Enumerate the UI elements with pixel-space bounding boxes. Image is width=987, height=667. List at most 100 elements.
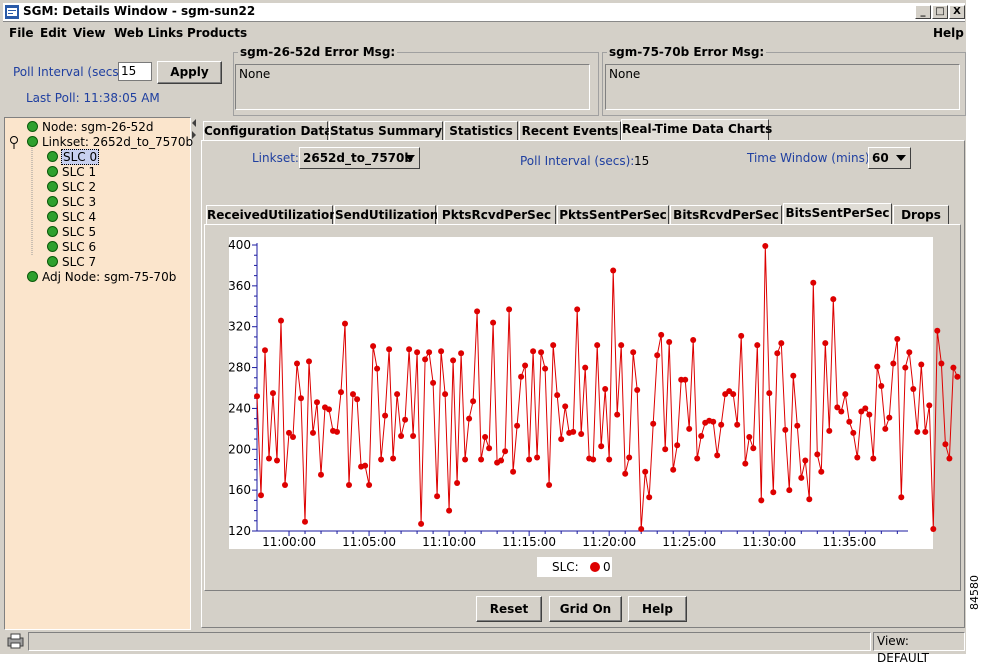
data-point [730,391,737,398]
data-point [738,332,745,339]
data-point [918,361,925,368]
grid-on-button[interactable]: Grid On [549,596,622,622]
data-point [698,433,705,439]
data-point [646,494,653,501]
data-point [622,470,629,477]
data-point [514,422,521,429]
data-point [298,395,304,402]
data-point [634,387,641,393]
x-tick-label: 11:35:00 [822,535,876,549]
data-point [414,349,421,356]
data-point [826,427,833,434]
data-point [806,496,813,503]
data-point [790,372,797,379]
data-point [798,474,805,481]
data-point [446,507,453,514]
data-point [926,402,933,409]
data-point [850,429,857,436]
data-point [930,526,937,532]
data-point [866,411,873,418]
y-tick-label: 240 [228,401,251,415]
data-point [946,455,953,462]
data-point [802,457,809,464]
data-point [362,462,369,469]
help-button[interactable]: Help [628,596,687,622]
data-point [626,454,633,461]
data-point [254,393,260,400]
data-point [690,337,697,343]
data-point [278,317,284,324]
data-point [906,349,913,356]
data-point [310,429,316,436]
data-point [270,390,276,397]
y-tick-label: 160 [228,483,251,497]
data-point [502,448,509,455]
data-point [778,340,785,347]
data-point [342,320,348,327]
data-point [450,357,457,364]
data-point [326,406,332,413]
x-tick-label: 11:05:00 [342,535,396,549]
data-point [530,348,537,355]
data-point [410,433,417,439]
data-point [462,456,469,463]
data-point [734,421,741,428]
status-message [28,632,871,651]
data-point [694,455,701,462]
data-point [662,446,669,453]
data-point [882,425,889,432]
data-point [578,431,585,437]
data-point [830,296,837,303]
data-point [506,306,513,313]
data-point [290,434,296,440]
data-point [794,422,801,429]
data-point [954,373,961,380]
data-point [486,445,493,452]
data-point [914,428,921,435]
legend-label: SLC: [552,560,579,574]
data-point [770,489,777,496]
data-point [558,436,565,443]
data-point [366,482,373,488]
data-point [294,360,300,367]
data-point [870,455,877,462]
data-point [490,319,497,326]
data-point [282,482,288,488]
data-point [854,454,861,461]
x-tick-label: 11:10:00 [422,535,476,549]
data-point [466,415,473,422]
data-point [498,457,505,464]
data-point [338,389,344,396]
data-point [862,405,869,412]
data-point [550,342,557,349]
line-chart: 120 160 200 240 280 320 360 400 11:00:00 11:05:00… [228,238,961,549]
data-point [606,456,613,463]
data-point [654,352,661,359]
figure-number: 84580 [968,575,981,610]
data-point [878,383,885,389]
data-point [350,391,356,398]
data-point [546,482,553,488]
print-icon[interactable] [7,633,25,649]
data-point [562,403,569,410]
data-point [394,391,401,398]
data-point [894,336,901,342]
data-point [822,340,829,347]
status-bar: View: DEFAULT [3,631,965,665]
data-point [618,342,625,349]
data-point [406,346,413,353]
y-tick-label: 400 [228,238,251,252]
data-point [774,350,781,357]
data-point [686,425,693,432]
data-point [846,418,853,425]
reset-button[interactable]: Reset [476,596,542,622]
data-point [898,494,905,501]
data-point [750,445,757,452]
data-point [666,339,673,345]
data-point [610,267,617,274]
data-point [306,358,312,365]
data-point [594,342,601,349]
data-point [534,454,541,461]
data-point [754,342,761,349]
data-point [370,343,377,350]
